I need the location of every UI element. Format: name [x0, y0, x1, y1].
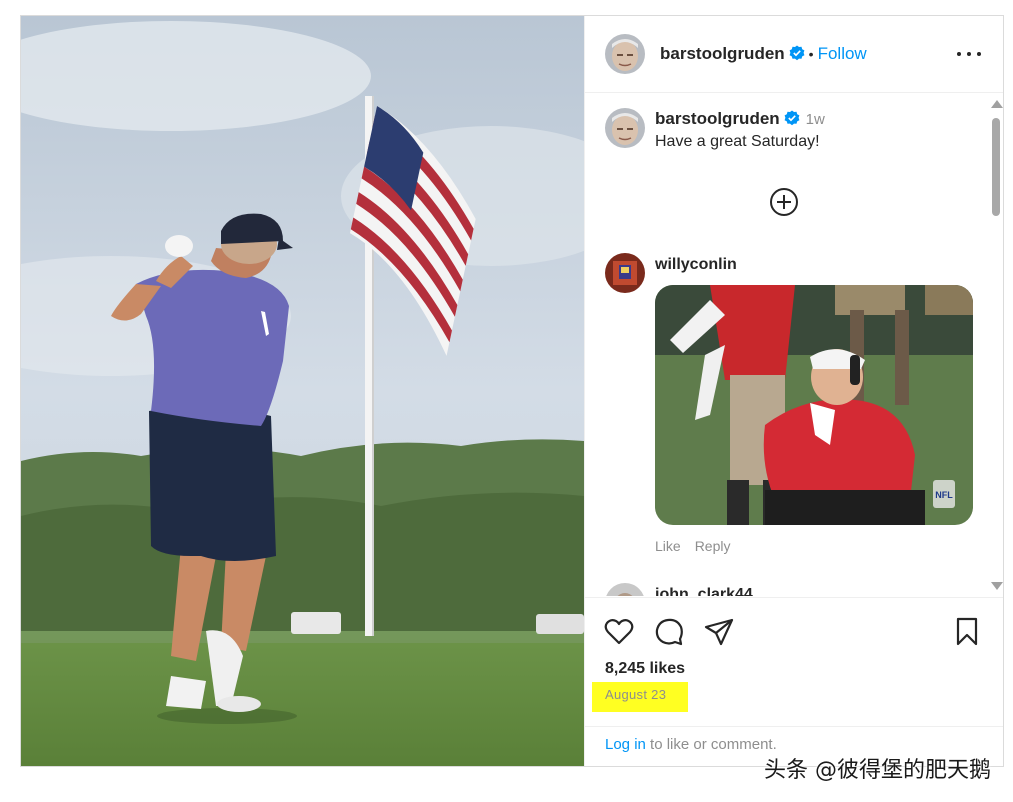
- post-actions-bar: 8,245 likes August 23 Log in to like or …: [585, 597, 1003, 766]
- comments-scrollbar[interactable]: [988, 96, 1003, 596]
- caption-avatar[interactable]: [605, 108, 645, 148]
- divider: [585, 726, 1003, 727]
- reply-comment-button[interactable]: Reply: [695, 538, 731, 554]
- comment-username: willyconlin: [655, 256, 737, 274]
- post-photo: [21, 16, 584, 766]
- heart-icon[interactable]: [603, 616, 635, 648]
- bookmark-icon[interactable]: [951, 616, 983, 648]
- separator-dot: •: [808, 46, 814, 62]
- caption-text: Have a great Saturday!: [655, 133, 820, 150]
- share-icon[interactable]: [703, 616, 735, 648]
- author-username[interactable]: barstoolgruden: [660, 44, 785, 63]
- comments-list[interactable]: barstoolgruden 1w Have a great Saturday!: [585, 93, 1003, 596]
- header-user-line: barstoolgruden • Follow: [660, 44, 867, 64]
- author-avatar[interactable]: [605, 34, 645, 74]
- commenter-avatar[interactable]: [605, 583, 645, 596]
- svg-text:NFL: NFL: [935, 490, 953, 500]
- verified-badge-icon: [789, 45, 805, 61]
- post-side-panel: barstoolgruden • Follow barstoolgruden 1w: [584, 16, 1003, 766]
- add-comments-icon[interactable]: [769, 187, 799, 217]
- more-options-icon[interactable]: [956, 44, 982, 64]
- verified-badge-icon: [784, 110, 800, 126]
- login-prompt-text: to like or comment.: [645, 736, 777, 753]
- likes-count[interactable]: 8,245 likes: [605, 660, 685, 678]
- scrollbar-thumb[interactable]: [992, 118, 1000, 216]
- login-link[interactable]: Log in: [605, 736, 646, 753]
- post-dialog: barstoolgruden • Follow barstoolgruden 1w: [20, 15, 1004, 767]
- follow-button[interactable]: Follow: [818, 44, 867, 63]
- comment-username: john_clark44: [655, 586, 753, 596]
- like-comment-button[interactable]: Like: [655, 538, 681, 554]
- caption-user-line: barstoolgruden 1w: [655, 109, 825, 129]
- post-header: barstoolgruden • Follow: [585, 16, 1003, 93]
- caption-time-ago: 1w: [805, 111, 825, 128]
- watermark-text: 头条 @彼得堡的肥天鹅: [764, 758, 991, 783]
- comment-gif[interactable]: NFL: [655, 285, 973, 525]
- scroll-down-arrow-icon[interactable]: [991, 582, 1003, 590]
- commenter-avatar[interactable]: [605, 253, 645, 293]
- scroll-up-arrow-icon[interactable]: [991, 100, 1003, 108]
- comment-icon[interactable]: [653, 616, 685, 648]
- commenter-username[interactable]: willyconlin: [655, 256, 737, 273]
- login-prompt: Log in to like or comment.: [605, 736, 777, 753]
- commenter-username[interactable]: john_clark44: [655, 586, 753, 596]
- caption-username[interactable]: barstoolgruden: [655, 109, 780, 128]
- comment-actions: Like Reply: [655, 538, 744, 554]
- post-date: August 23: [605, 687, 667, 702]
